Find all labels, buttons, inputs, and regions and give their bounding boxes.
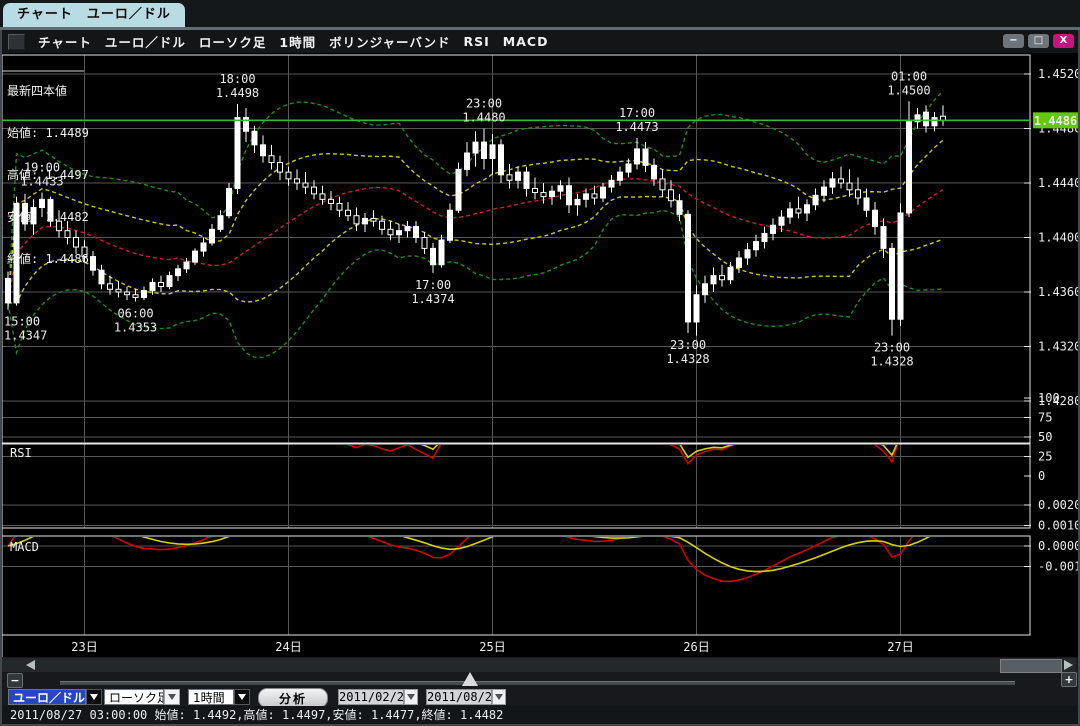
- rsi-axis-tick: 75: [1038, 411, 1052, 425]
- date-from-field[interactable]: 2011/02/27: [338, 689, 404, 705]
- macd-axis-tick: 0.0020: [1038, 498, 1080, 512]
- annotation-price: 1.4500: [887, 83, 930, 97]
- price-axis-tick: 1.4440: [1038, 176, 1080, 190]
- annotation-price: 1.4328: [666, 352, 709, 366]
- minimize-button[interactable]: −: [1003, 34, 1024, 48]
- macd-axis-tick: 0.0010: [1038, 519, 1080, 533]
- annotation-time: 17:00: [415, 278, 451, 292]
- annotation-time: 23:00: [874, 341, 910, 355]
- chart-svg: 1.45201.44801.44401.44001.43601.43201.42…: [0, 0, 1080, 726]
- tab-chart-eurusd[interactable]: チャート ユーロ／ドル: [3, 3, 185, 27]
- menu-item-chart[interactable]: チャート: [38, 32, 92, 51]
- symbol-select-arrow-icon[interactable]: [86, 689, 102, 705]
- quote-high: 高値: 1.4497: [7, 168, 89, 182]
- annotation-price: 1.4328: [870, 355, 913, 369]
- date-axis-label: 27日: [887, 640, 913, 654]
- scroll-right-icon[interactable]: [1064, 660, 1073, 670]
- rsi-axis-tick: 50: [1038, 430, 1052, 444]
- price-axis-tick: 1.4360: [1038, 285, 1080, 299]
- scrollbar-track[interactable]: [2, 658, 1076, 672]
- menu-item-timeframe[interactable]: 1時間: [279, 32, 316, 51]
- quote-open: 始値: 1.4489: [7, 126, 89, 140]
- timeframe-select-arrow-icon[interactable]: [234, 689, 250, 705]
- date-from-arrow-icon[interactable]: [404, 689, 418, 705]
- quote-close: 終値: 1.4486: [7, 252, 89, 266]
- price-axis-tick: 1.4400: [1038, 231, 1080, 245]
- macd-axis-tick: -0.0010: [1038, 560, 1080, 574]
- chart-type-select-arrow-icon[interactable]: [164, 689, 180, 705]
- annotation-time: 23:00: [466, 97, 502, 111]
- quote-title: 最新四本値: [7, 84, 89, 98]
- annotation-time: 15:00: [4, 315, 40, 329]
- menu-item-rsi[interactable]: RSI: [464, 34, 490, 49]
- rsi-axis-tick: 25: [1038, 450, 1052, 464]
- annotation-price: 1.4347: [4, 329, 47, 343]
- annotation-price: 1.4353: [114, 321, 157, 335]
- price-axis-tick: 1.4320: [1038, 340, 1080, 354]
- date-to-field[interactable]: 2011/08/27: [426, 689, 492, 705]
- chart-type-select[interactable]: ローソク足: [104, 689, 164, 705]
- annotation-price: 1.4473: [615, 120, 658, 134]
- menu-item-candle[interactable]: ローソク足: [199, 32, 267, 51]
- close-button[interactable]: X: [1053, 34, 1074, 48]
- analysis-button[interactable]: 分析: [258, 688, 328, 708]
- window-icon: [8, 34, 25, 50]
- zoom-slider-track[interactable]: [60, 681, 1015, 685]
- annotation-time: 06:00: [117, 307, 153, 321]
- menu-bar: チャート ユーロ／ドル ローソク足 1時間 ボリンジャーバンド RSI MACD…: [0, 30, 1080, 53]
- chart-area[interactable]: 1.45201.44801.44401.44001.43601.43201.42…: [0, 0, 1080, 726]
- date-to-arrow-icon[interactable]: [492, 689, 506, 705]
- annotation-time: 01:00: [891, 69, 927, 83]
- rsi-label: RSI: [10, 446, 32, 460]
- maximize-button[interactable]: □: [1028, 34, 1049, 48]
- menu-item-symbol[interactable]: ユーロ／ドル: [105, 32, 186, 51]
- annotation-time: 23:00: [670, 338, 706, 352]
- price-axis-tick: 1.4520: [1038, 67, 1080, 81]
- date-axis-label: 24日: [275, 640, 301, 654]
- macd-axis-tick: 0.0000: [1038, 539, 1080, 553]
- menu-item-macd[interactable]: MACD: [503, 34, 549, 49]
- tab-strip: チャート ユーロ／ドル: [0, 0, 1080, 27]
- annotation-time: 18:00: [219, 72, 255, 86]
- scrollbar-thumb[interactable]: [1000, 659, 1062, 673]
- annotation-price: 1.4374: [411, 292, 454, 306]
- annotation-price: 1.4480: [462, 111, 505, 125]
- menu-item-bollinger[interactable]: ボリンジャーバンド: [329, 32, 450, 51]
- zoom-out-button[interactable]: −: [7, 673, 23, 688]
- rsi-axis-tick: 0: [1038, 469, 1045, 483]
- annotation-price: 1.4498: [216, 86, 259, 100]
- scroll-left-icon[interactable]: [26, 660, 35, 670]
- svg-text:1.4486: 1.4486: [1034, 114, 1077, 128]
- application-window: 1.45201.44801.44401.44001.43601.43201.42…: [0, 0, 1080, 726]
- zoom-in-button[interactable]: +: [1061, 672, 1077, 687]
- macd-label: MACD: [10, 540, 39, 554]
- quote-low: 安値: 1.4482: [7, 210, 89, 224]
- date-axis-label: 23日: [71, 640, 97, 654]
- date-axis-label: 25日: [479, 640, 505, 654]
- zoom-slider-thumb[interactable]: [462, 672, 478, 686]
- latest-quote-panel: 最新四本値 始値: 1.4489 高値: 1.4497 安値: 1.4482 終…: [7, 56, 89, 294]
- annotation-time: 17:00: [619, 106, 655, 120]
- rsi-axis-tick: 100: [1038, 391, 1060, 405]
- frame-left: [0, 30, 2, 726]
- timeframe-select[interactable]: 1時間: [188, 689, 234, 705]
- symbol-select[interactable]: ユーロ／ドル: [8, 689, 86, 705]
- status-bar: 2011/08/27 03:00:00 始値: 1.4492,高値: 1.449…: [0, 706, 1080, 726]
- date-axis-label: 26日: [683, 640, 709, 654]
